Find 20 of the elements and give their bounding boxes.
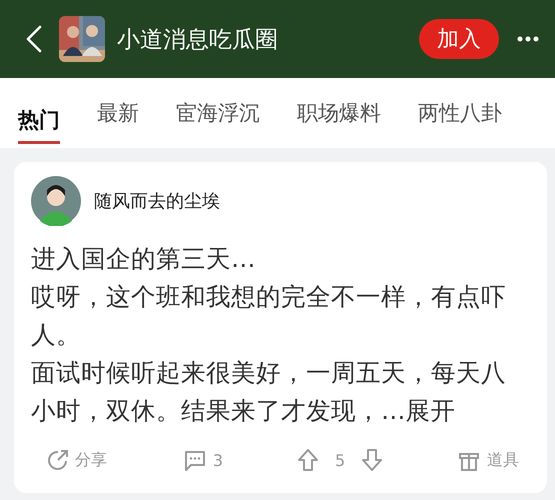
join-button[interactable]: 加入 [419,19,499,59]
tab[interactable]: 职场爆料 [297,89,381,137]
expand-link[interactable]: 展开 [406,396,456,425]
comment-icon [182,448,207,472]
author-name[interactable]: 随风而去的尘埃 [94,189,220,213]
back-icon[interactable] [25,25,43,53]
more-icon[interactable] [517,36,539,42]
post-text: 面试时候听起来很美好，一周五天，每天八小时，双休。结果来了才发现，…展开 [31,357,507,427]
post-text: 哎呀，这个班和我想的完全不一样，有点吓人。 [31,281,507,351]
downvote-icon[interactable] [361,448,384,472]
post-text: 进入国企的第三天… [31,243,256,275]
vote-count: 5 [334,450,346,470]
tab[interactable]: 宦海浮沉 [176,89,260,137]
group-title: 小道消息吃瓜圈 [117,26,279,54]
user-avatar[interactable] [31,176,81,226]
upvote-icon[interactable] [296,448,319,472]
tab[interactable]: 两性八卦 [418,89,502,137]
share-icon [47,449,69,471]
tab[interactable]: 最新 [97,89,139,137]
tab[interactable]: 热门 [18,96,60,144]
